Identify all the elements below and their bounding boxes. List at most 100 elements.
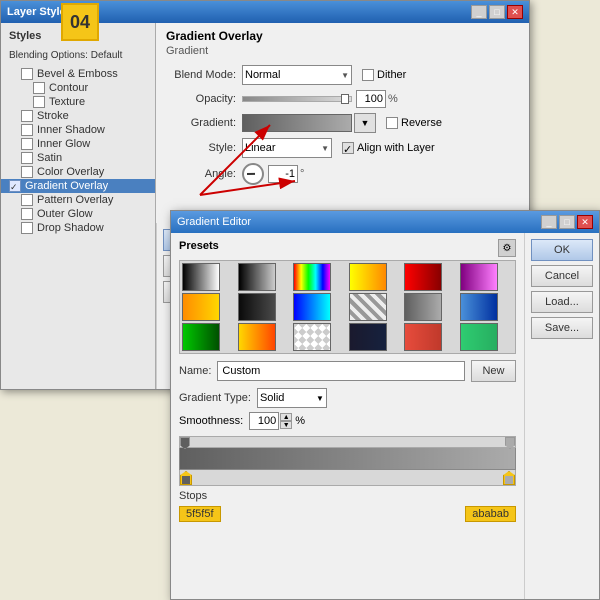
- preset-green[interactable]: [182, 323, 220, 351]
- color-stop-values: 5f5f5f ababab: [179, 506, 516, 522]
- bevel-checkbox[interactable]: [21, 68, 33, 80]
- ge-maximize-button[interactable]: □: [559, 215, 575, 229]
- main-content: Gradient Overlay Gradient Blend Mode: No…: [156, 23, 529, 223]
- inner-shadow-checkbox[interactable]: [21, 124, 33, 136]
- opacity-label: Opacity:: [166, 93, 236, 105]
- opacity-input[interactable]: 100: [356, 90, 386, 108]
- preset-rainbow[interactable]: [293, 263, 331, 291]
- sidebar-item-inner-glow[interactable]: Inner Glow: [1, 137, 155, 151]
- smoothness-down-button[interactable]: ▼: [280, 421, 292, 429]
- name-input[interactable]: Custom: [217, 361, 465, 381]
- ge-load-button[interactable]: Load...: [531, 291, 593, 313]
- inner-glow-checkbox[interactable]: [21, 138, 33, 150]
- preset-red[interactable]: [404, 263, 442, 291]
- color-stop-left[interactable]: [180, 471, 192, 485]
- opacity-slider-thumb[interactable]: [341, 94, 349, 104]
- sidebar: Styles Blending Options: Default Bevel &…: [1, 23, 156, 389]
- align-checkbox[interactable]: ✓: [342, 142, 354, 154]
- gradient-bar[interactable]: [179, 448, 516, 470]
- maximize-button[interactable]: □: [489, 5, 505, 19]
- color-stops-area[interactable]: [179, 470, 516, 486]
- new-button[interactable]: New: [471, 360, 516, 382]
- presets-grid: [179, 260, 516, 354]
- ge-minimize-button[interactable]: _: [541, 215, 557, 229]
- satin-checkbox[interactable]: [21, 152, 33, 164]
- sidebar-item-outer-glow[interactable]: Outer Glow: [1, 207, 155, 221]
- sidebar-item-inner-shadow[interactable]: Inner Shadow: [1, 123, 155, 137]
- angle-dial[interactable]: [242, 163, 264, 185]
- sidebar-item-contour[interactable]: Contour: [1, 81, 155, 95]
- ge-title: Gradient Editor: [177, 216, 251, 228]
- preset-green-dark[interactable]: [460, 323, 498, 351]
- style-combo[interactable]: Linear ▼: [242, 138, 332, 158]
- right-color-badge: ababab: [465, 506, 516, 522]
- minimize-button[interactable]: _: [471, 5, 487, 19]
- preset-dark[interactable]: [238, 293, 276, 321]
- preset-dark-blue[interactable]: [349, 323, 387, 351]
- type-row: Gradient Type: Solid ▼: [179, 388, 516, 408]
- preset-red-dark[interactable]: [404, 323, 442, 351]
- angle-input[interactable]: -1: [268, 165, 298, 183]
- preset-black-trans[interactable]: [238, 263, 276, 291]
- dither-checkbox[interactable]: [362, 69, 374, 81]
- gradient-dropdown-btn[interactable]: ▼: [354, 113, 376, 133]
- preset-gold-red[interactable]: [238, 323, 276, 351]
- close-button[interactable]: ✕: [507, 5, 523, 19]
- preset-hatch[interactable]: [349, 293, 387, 321]
- preset-blue[interactable]: [460, 293, 498, 321]
- preset-blue-cyan[interactable]: [293, 293, 331, 321]
- sidebar-item-pattern-overlay[interactable]: Pattern Overlay: [1, 193, 155, 207]
- sidebar-item-blending[interactable]: Blending Options: Default: [1, 47, 155, 64]
- outer-glow-checkbox[interactable]: [21, 208, 33, 220]
- reverse-checkbox[interactable]: [386, 117, 398, 129]
- ge-close-button[interactable]: ✕: [577, 215, 593, 229]
- drop-shadow-checkbox[interactable]: [21, 222, 33, 234]
- sidebar-item-satin[interactable]: Satin: [1, 151, 155, 165]
- panel-subtitle: Gradient: [166, 45, 519, 57]
- preset-checker[interactable]: [293, 323, 331, 351]
- sidebar-item-gradient-overlay[interactable]: ✓ Gradient Overlay: [1, 179, 155, 193]
- pattern-overlay-checkbox[interactable]: [21, 194, 33, 206]
- title-bar-controls: _ □ ✕: [471, 5, 523, 19]
- presets-gear-button[interactable]: ⚙: [498, 239, 516, 257]
- sidebar-item-texture[interactable]: Texture: [1, 95, 155, 109]
- sidebar-item-drop-shadow[interactable]: Drop Shadow: [1, 221, 155, 235]
- preset-orange-yellow[interactable]: [182, 293, 220, 321]
- step-badge: 04: [61, 3, 99, 41]
- ge-save-button[interactable]: Save...: [531, 317, 593, 339]
- gradient-preview[interactable]: [242, 114, 352, 132]
- blend-mode-combo[interactable]: Normal ▼: [242, 65, 352, 85]
- contour-checkbox[interactable]: [33, 82, 45, 94]
- blend-mode-row: Blend Mode: Normal ▼ Dither: [166, 65, 519, 85]
- color-stop-right[interactable]: [503, 471, 515, 485]
- opacity-stop-left[interactable]: [180, 437, 190, 449]
- opacity-stops-area[interactable]: [179, 436, 516, 448]
- texture-checkbox[interactable]: [33, 96, 45, 108]
- type-caret-icon: ▼: [316, 394, 324, 403]
- smoothness-input[interactable]: 100: [249, 412, 279, 430]
- opacity-unit: %: [388, 93, 398, 105]
- opacity-slider-container: 100 %: [242, 90, 398, 108]
- sidebar-item-bevel[interactable]: Bevel & Emboss: [1, 67, 155, 81]
- ge-cancel-button[interactable]: Cancel: [531, 265, 593, 287]
- preset-violet[interactable]: [460, 263, 498, 291]
- ge-title-controls: _ □ ✕: [541, 215, 593, 229]
- align-label: Align with Layer: [357, 142, 435, 154]
- gradient-overlay-checkbox[interactable]: ✓: [9, 180, 21, 192]
- color-overlay-checkbox[interactable]: [21, 166, 33, 178]
- smoothness-unit: %: [295, 415, 305, 427]
- opacity-stop-right[interactable]: [505, 437, 515, 449]
- preset-custom-gray[interactable]: [404, 293, 442, 321]
- smoothness-up-button[interactable]: ▲: [280, 413, 292, 421]
- opacity-slider-track[interactable]: [242, 96, 352, 102]
- stops-label: Stops: [179, 490, 516, 502]
- style-label: Style:: [166, 142, 236, 154]
- type-combo[interactable]: Solid ▼: [257, 388, 327, 408]
- preset-yellow-orange[interactable]: [349, 263, 387, 291]
- sidebar-item-stroke[interactable]: Stroke: [1, 109, 155, 123]
- sidebar-item-color-overlay[interactable]: Color Overlay: [1, 165, 155, 179]
- gradient-label: Gradient:: [166, 117, 236, 129]
- preset-black-white[interactable]: [182, 263, 220, 291]
- ge-ok-button[interactable]: OK: [531, 239, 593, 261]
- stroke-checkbox[interactable]: [21, 110, 33, 122]
